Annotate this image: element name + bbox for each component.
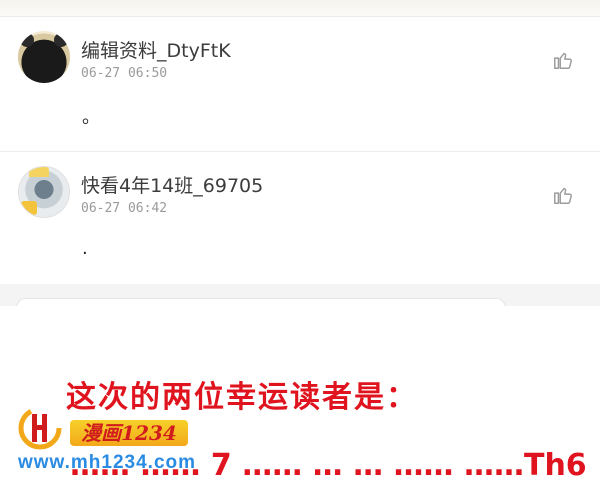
avatar-ear-left	[20, 33, 34, 47]
comment-item: 编辑资料_DtyFtK 06-27 06:50 。	[0, 17, 600, 150]
user-avatar-icon[interactable]	[18, 166, 70, 218]
comment-username[interactable]: 快看4年14班_69705	[81, 171, 263, 198]
watermark-badge: 漫画1234	[70, 420, 188, 446]
announcement-headline: 这次的两位幸运读者是：	[66, 380, 418, 415]
comment-username[interactable]: 编辑资料_DtyFtK	[81, 36, 231, 63]
thumbs-up-icon[interactable]	[552, 49, 574, 71]
avatar-ear-right	[54, 33, 68, 47]
avatar-crown-decoration	[29, 167, 49, 177]
comment-content: 。	[82, 107, 100, 128]
comment-content: .	[82, 238, 88, 259]
comment-item: 快看4年14班_69705 06-27 06:42 .	[0, 151, 600, 285]
comment-time: 06-27 06:42	[81, 201, 168, 216]
user-avatar-icon[interactable]	[18, 31, 70, 83]
winner-names-partial: …… …… 7 …… … … …… ……Th6	[70, 448, 587, 483]
top-divider-strip	[0, 0, 600, 17]
avatar-badge-decoration	[21, 201, 37, 215]
watermark-logo-icon	[18, 406, 62, 450]
comment-time: 06-27 06:50	[81, 66, 168, 81]
thumbs-up-icon[interactable]	[552, 184, 574, 206]
